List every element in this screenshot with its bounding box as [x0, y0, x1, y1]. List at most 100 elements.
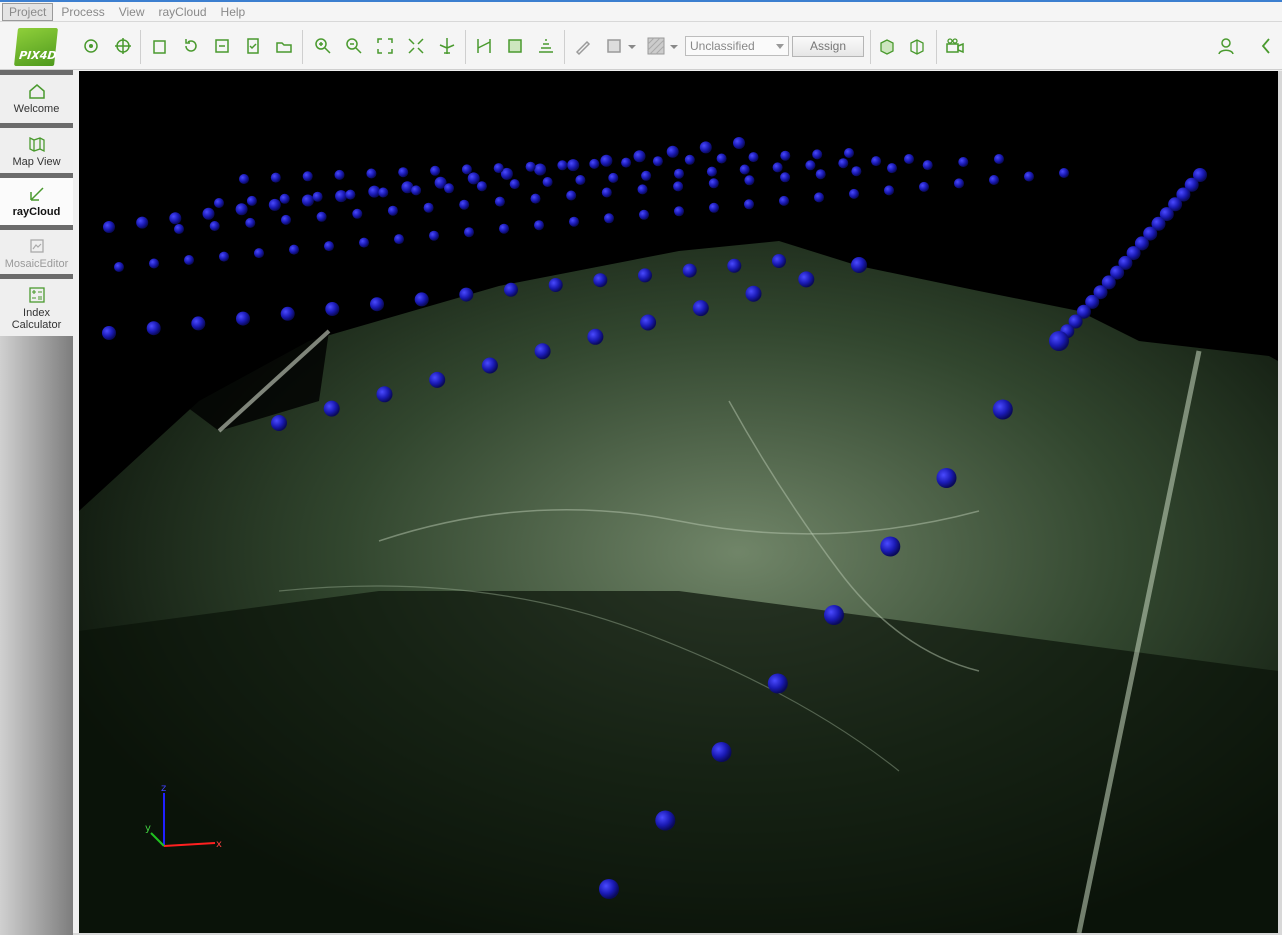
- pattern-fill-icon[interactable]: [645, 35, 667, 57]
- video-camera-icon[interactable]: [944, 35, 966, 57]
- camera-sphere[interactable]: [824, 605, 844, 625]
- camera-sphere[interactable]: [394, 234, 404, 245]
- selection-icon[interactable]: [603, 35, 625, 57]
- zoom-in-icon[interactable]: [312, 35, 334, 57]
- camera-sphere[interactable]: [849, 188, 859, 199]
- camera-sphere[interactable]: [709, 202, 719, 213]
- camera-sphere[interactable]: [851, 166, 862, 177]
- crosshair-icon[interactable]: [112, 35, 134, 57]
- sidebar-item-index-calculator[interactable]: Index Calculator: [0, 279, 73, 336]
- camera-sphere[interactable]: [525, 161, 536, 172]
- camera-sphere[interactable]: [530, 193, 541, 204]
- camera-sphere[interactable]: [387, 205, 398, 216]
- camera-sphere[interactable]: [534, 343, 551, 360]
- camera-sphere[interactable]: [844, 148, 854, 158]
- menu-process[interactable]: Process: [55, 4, 110, 20]
- camera-sphere[interactable]: [637, 184, 648, 195]
- camera-sphere[interactable]: [567, 159, 580, 172]
- camera-sphere[interactable]: [604, 213, 614, 224]
- camera-sphere[interactable]: [245, 217, 256, 228]
- camera-sphere[interactable]: [767, 673, 788, 694]
- camera-sphere[interactable]: [302, 171, 313, 182]
- zoom-fit-icon[interactable]: [374, 35, 396, 57]
- camera-sphere[interactable]: [744, 199, 754, 210]
- camera-sphere[interactable]: [476, 181, 487, 192]
- camera-sphere[interactable]: [673, 181, 684, 192]
- camera-sphere[interactable]: [481, 357, 498, 374]
- camera-sphere[interactable]: [254, 248, 264, 259]
- camera-sphere[interactable]: [352, 208, 363, 219]
- camera-sphere[interactable]: [411, 185, 422, 196]
- camera-sphere[interactable]: [589, 158, 600, 169]
- camera-sphere[interactable]: [429, 371, 446, 388]
- camera-sphere[interactable]: [184, 255, 194, 265]
- camera-sphere[interactable]: [655, 810, 676, 831]
- measure-distance-icon[interactable]: [473, 35, 495, 57]
- camera-sphere[interactable]: [569, 216, 579, 227]
- camera-sphere[interactable]: [499, 223, 509, 234]
- camera-sphere[interactable]: [706, 166, 717, 177]
- camera-sphere[interactable]: [430, 165, 441, 176]
- camera-sphere[interactable]: [270, 172, 281, 183]
- camera-sphere[interactable]: [136, 216, 149, 229]
- camera-sphere[interactable]: [301, 194, 314, 207]
- camera-sphere[interactable]: [674, 168, 684, 179]
- camera-sphere[interactable]: [114, 262, 124, 272]
- camera-sphere[interactable]: [739, 164, 750, 175]
- camera-sphere[interactable]: [633, 150, 646, 163]
- camera-sphere[interactable]: [575, 175, 586, 185]
- camera-sphere[interactable]: [838, 158, 849, 169]
- sidebar-item-map-view[interactable]: Map View: [0, 128, 73, 173]
- collapse-panel-icon[interactable]: [1256, 35, 1278, 57]
- camera-sphere[interactable]: [772, 254, 786, 268]
- camera-sphere[interactable]: [334, 169, 345, 180]
- cube-icon[interactable]: [876, 35, 898, 57]
- camera-sphere[interactable]: [268, 198, 281, 211]
- camera-sphere[interactable]: [994, 154, 1004, 164]
- chevron-down-icon[interactable]: [668, 35, 680, 57]
- camera-sphere[interactable]: [814, 192, 824, 203]
- camera-sphere[interactable]: [209, 221, 220, 231]
- camera-sphere[interactable]: [103, 221, 115, 233]
- camera-sphere[interactable]: [780, 172, 791, 183]
- camera-sphere[interactable]: [958, 157, 969, 167]
- assign-button[interactable]: Assign: [792, 36, 864, 57]
- camera-sphere[interactable]: [587, 328, 604, 345]
- camera-sphere[interactable]: [239, 174, 249, 184]
- camera-sphere[interactable]: [608, 172, 619, 183]
- camera-sphere[interactable]: [919, 181, 929, 192]
- zoom-to-icon[interactable]: [405, 35, 427, 57]
- camera-sphere[interactable]: [727, 258, 742, 273]
- measure-area-icon[interactable]: [504, 35, 526, 57]
- camera-sphere[interactable]: [219, 251, 229, 262]
- camera-sphere[interactable]: [954, 178, 964, 189]
- camera-sphere[interactable]: [542, 177, 553, 187]
- camera-sphere[interactable]: [316, 211, 327, 222]
- rematch-icon[interactable]: [211, 35, 233, 57]
- camera-sphere[interactable]: [566, 190, 577, 201]
- camera-sphere[interactable]: [202, 207, 215, 220]
- camera-sphere[interactable]: [711, 742, 732, 762]
- camera-sphere[interactable]: [922, 160, 933, 171]
- checklist-icon[interactable]: [242, 35, 264, 57]
- camera-sphere[interactable]: [851, 257, 867, 273]
- camera-sphere[interactable]: [461, 164, 472, 175]
- camera-sphere[interactable]: [236, 311, 250, 326]
- camera-sphere[interactable]: [398, 167, 409, 178]
- camera-sphere[interactable]: [246, 195, 257, 206]
- camera-sphere[interactable]: [871, 156, 882, 167]
- camera-sphere[interactable]: [699, 141, 712, 154]
- camera-sphere[interactable]: [708, 178, 719, 189]
- camera-sphere[interactable]: [621, 157, 632, 168]
- camera-sphere[interactable]: [335, 190, 348, 203]
- camera-sphere[interactable]: [376, 386, 393, 403]
- camera-sphere[interactable]: [548, 278, 563, 292]
- camera-sphere[interactable]: [464, 227, 474, 238]
- camera-sphere[interactable]: [467, 172, 480, 185]
- camera-sphere[interactable]: [423, 202, 434, 213]
- camera-sphere[interactable]: [534, 220, 544, 231]
- camera-sphere[interactable]: [429, 230, 439, 241]
- camera-sphere[interactable]: [798, 271, 815, 288]
- camera-sphere[interactable]: [414, 292, 429, 307]
- camera-sphere[interactable]: [378, 187, 389, 198]
